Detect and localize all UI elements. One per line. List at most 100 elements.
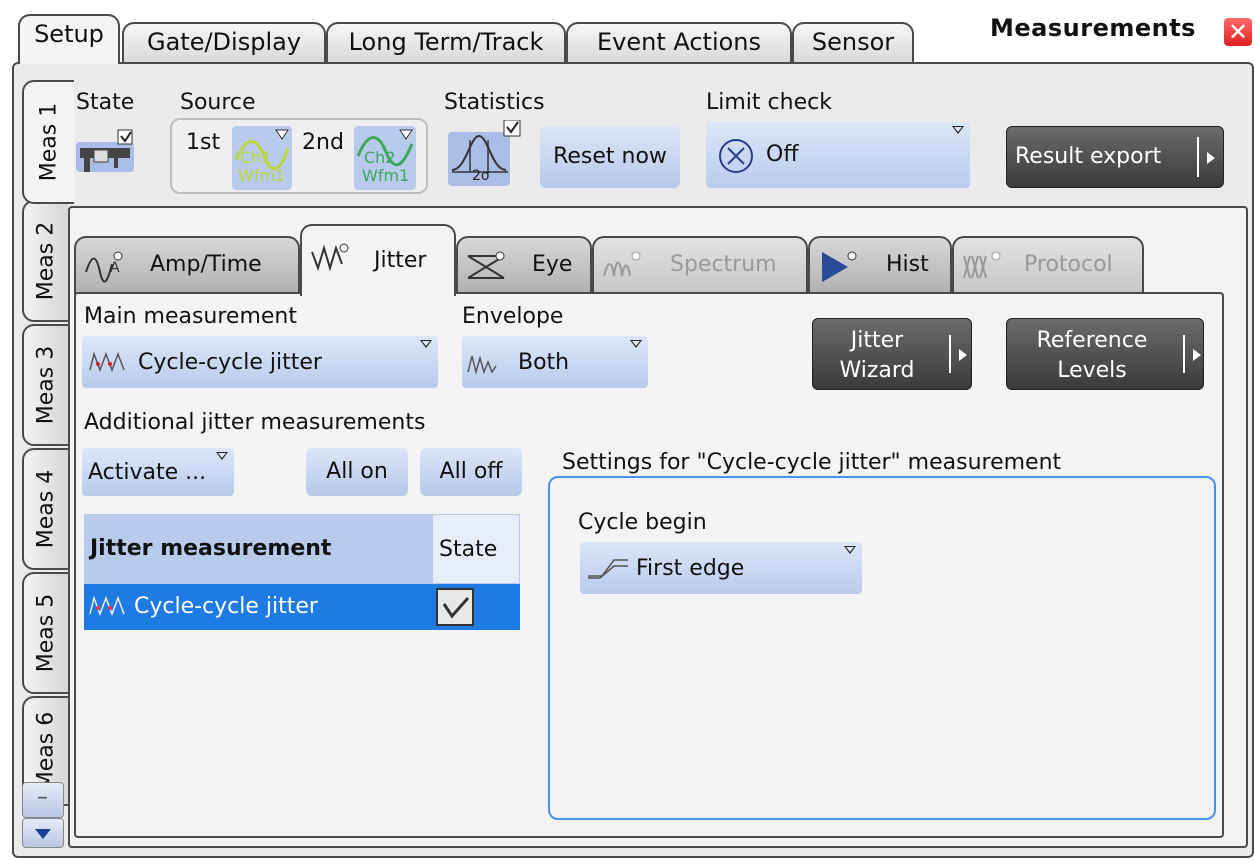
reference-levels-button[interactable]: Reference Levels bbox=[1006, 318, 1204, 390]
source-2nd-ch: Ch2 bbox=[364, 148, 396, 167]
tab-event-actions[interactable]: Event Actions bbox=[566, 22, 792, 62]
source-1st-ch: Ch1 bbox=[240, 148, 272, 167]
limit-check-value: Off bbox=[766, 142, 799, 167]
all-off-button[interactable]: All off bbox=[420, 448, 522, 496]
tab-meas-5[interactable]: Meas 5 bbox=[22, 572, 68, 694]
spectrum-icon bbox=[603, 251, 641, 277]
tab-sensor[interactable]: Sensor bbox=[792, 22, 914, 62]
row-measurement-name: Cycle-cycle jitter bbox=[134, 594, 318, 619]
tab-protocol[interactable]: Protocol bbox=[952, 236, 1144, 294]
protocol-icon bbox=[963, 251, 1001, 279]
all-off-label: All off bbox=[439, 459, 503, 484]
tab-meas-2-label: Meas 2 bbox=[33, 221, 59, 301]
statistics-toggle[interactable]: 2σ bbox=[448, 120, 522, 188]
reference-levels-line2: Levels bbox=[1057, 358, 1127, 383]
table-row[interactable]: Cycle-cycle jitter bbox=[84, 584, 520, 630]
tab-meas-3[interactable]: Meas 3 bbox=[22, 324, 68, 446]
tab-gate-display-label: Gate/Display bbox=[146, 28, 302, 56]
source-2nd-label: 2nd bbox=[302, 130, 344, 155]
jitter-icon bbox=[311, 243, 349, 272]
tab-eye[interactable]: Eye bbox=[456, 236, 592, 294]
tab-long-term-track[interactable]: Long Term/Track bbox=[326, 22, 566, 62]
limit-check-select[interactable]: Off bbox=[706, 122, 970, 188]
tab-amp-time-label: Amp/Time bbox=[150, 252, 262, 277]
result-export-label: Result export bbox=[1015, 144, 1162, 169]
tab-meas-2[interactable]: Meas 2 bbox=[22, 200, 68, 322]
edge-icon bbox=[588, 559, 628, 579]
arrow-right-icon bbox=[1193, 349, 1201, 361]
reset-now-button[interactable]: Reset now bbox=[540, 126, 680, 188]
main-measurement-select[interactable]: Cycle-cycle jitter bbox=[82, 336, 438, 388]
jitter-wizard-button[interactable]: Jitter Wizard bbox=[812, 318, 972, 390]
separator bbox=[1183, 335, 1185, 373]
main-measurement-value: Cycle-cycle jitter bbox=[138, 350, 322, 375]
col-state: State bbox=[439, 537, 498, 562]
tab-amp-time[interactable]: A Amp/Time bbox=[74, 236, 300, 294]
envelope-label: Envelope bbox=[462, 304, 564, 329]
chevron-down-icon bbox=[952, 126, 964, 134]
tab-jitter[interactable]: Jitter bbox=[300, 224, 456, 296]
table-header-measurement: Jitter measurement bbox=[84, 514, 432, 584]
cycle-jitter-icon bbox=[89, 351, 125, 373]
cycle-begin-select[interactable]: First edge bbox=[580, 542, 862, 594]
chevron-down-icon bbox=[216, 452, 228, 460]
tab-long-term-track-label: Long Term/Track bbox=[348, 28, 544, 56]
tab-sensor-label: Sensor bbox=[811, 28, 895, 56]
cycle-begin-label: Cycle begin bbox=[578, 510, 707, 535]
tab-eye-label: Eye bbox=[532, 252, 573, 277]
tab-setup[interactable]: Setup bbox=[18, 14, 120, 64]
tab-meas-5-label: Meas 5 bbox=[33, 593, 59, 673]
tab-hist[interactable]: Hist bbox=[808, 236, 952, 294]
source-1st-select[interactable]: Ch1 Wfm1 bbox=[232, 126, 292, 190]
chevron-down-icon bbox=[35, 829, 51, 839]
activate-select[interactable]: Activate ... bbox=[82, 448, 234, 496]
tab-meas-1[interactable]: Meas 1 bbox=[22, 80, 74, 204]
all-on-label: All on bbox=[326, 459, 388, 484]
tab-setup-label: Setup bbox=[34, 20, 104, 48]
tab-protocol-label: Protocol bbox=[1024, 252, 1113, 277]
source-2nd-wfm: Wfm1 bbox=[362, 166, 410, 185]
result-export-button[interactable]: Result export bbox=[1006, 126, 1224, 188]
svg-text:A: A bbox=[110, 260, 120, 276]
arrow-right-icon bbox=[959, 349, 967, 361]
statistics-label: Statistics bbox=[444, 90, 545, 115]
circle-x-icon bbox=[719, 139, 753, 173]
tab-hist-label: Hist bbox=[886, 252, 929, 277]
envelope-icon bbox=[467, 355, 497, 375]
tab-spectrum[interactable]: Spectrum bbox=[592, 236, 808, 294]
tab-jitter-label: Jitter bbox=[374, 248, 427, 273]
reset-now-label: Reset now bbox=[553, 144, 667, 169]
state-label: State bbox=[76, 90, 135, 115]
arrow-right-icon bbox=[1207, 152, 1215, 164]
separator bbox=[949, 335, 951, 373]
all-on-button[interactable]: All on bbox=[306, 448, 408, 496]
cycle-begin-value: First edge bbox=[636, 556, 745, 581]
checkmark-icon bbox=[442, 597, 470, 619]
separator bbox=[1197, 137, 1199, 177]
table-header-state: State bbox=[432, 514, 520, 584]
scroll-down-button[interactable] bbox=[22, 818, 64, 848]
tab-gate-display[interactable]: Gate/Display bbox=[122, 22, 326, 62]
dialog-title: Measurements bbox=[990, 14, 1196, 42]
minus-icon: – bbox=[37, 785, 48, 810]
envelope-select[interactable]: Both bbox=[462, 336, 648, 388]
close-icon[interactable]: ✕ bbox=[1224, 18, 1252, 46]
tab-meas-6-label: Meas 6 bbox=[33, 711, 59, 791]
amp-time-icon: A bbox=[85, 251, 123, 283]
chevron-down-icon bbox=[630, 340, 642, 348]
state-toggle[interactable] bbox=[74, 120, 142, 186]
tab-spectrum-label: Spectrum bbox=[670, 252, 777, 277]
chevron-down-icon bbox=[844, 546, 856, 554]
eye-diagram-icon bbox=[467, 251, 505, 279]
additional-jitter-label: Additional jitter measurements bbox=[84, 410, 426, 435]
source-1st-wfm: Wfm1 bbox=[238, 166, 286, 185]
source-2nd-select[interactable]: Ch2 Wfm1 bbox=[354, 126, 416, 190]
activate-label: Activate ... bbox=[88, 460, 207, 485]
scroll-up-button[interactable]: – bbox=[22, 782, 64, 818]
row-state-checkbox[interactable] bbox=[436, 588, 474, 626]
sigma-label: 2σ bbox=[472, 168, 490, 184]
jitter-wizard-line1: Jitter bbox=[850, 328, 904, 353]
chevron-down-icon bbox=[420, 340, 432, 348]
tab-meas-4[interactable]: Meas 4 bbox=[22, 448, 68, 570]
histogram-icon bbox=[822, 251, 857, 282]
